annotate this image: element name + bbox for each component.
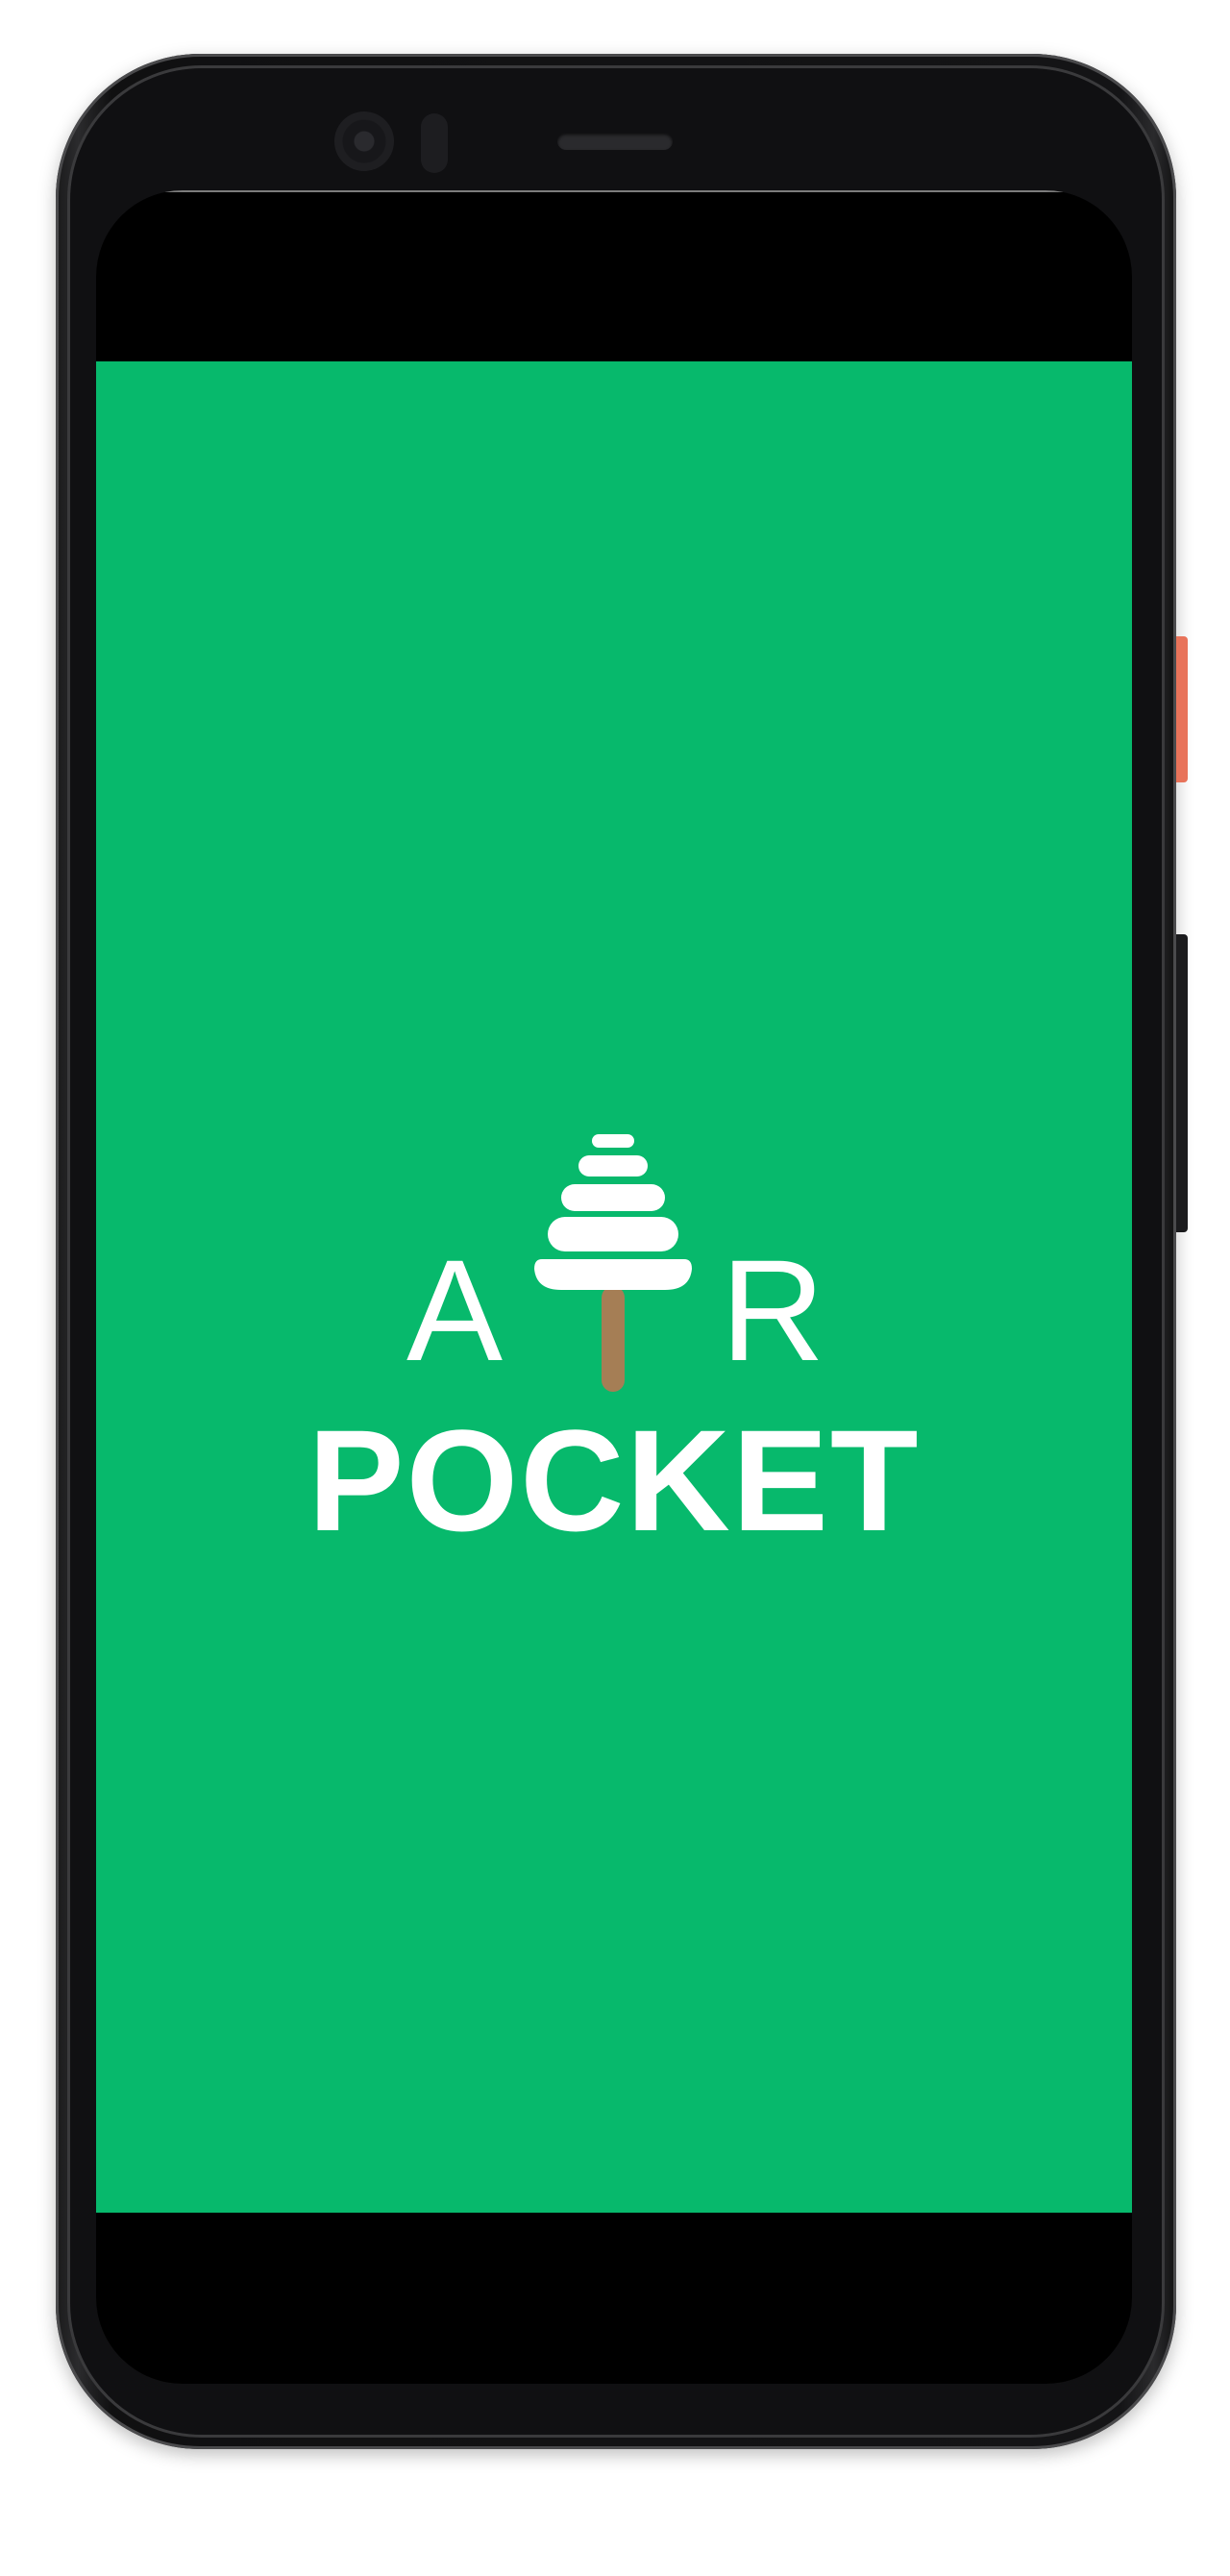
logo-letter-a: A	[406, 1229, 504, 1391]
logo-word-air: A R	[229, 1228, 824, 1392]
power-button[interactable]	[1176, 636, 1188, 782]
tree-tier-2	[578, 1155, 648, 1177]
screen-edge-highlight	[96, 190, 1132, 192]
tree-tier-1	[592, 1134, 634, 1148]
logo-letter-r: R	[721, 1229, 825, 1391]
front-camera-icon	[334, 111, 394, 171]
earpiece-speaker	[557, 133, 673, 150]
tree-tier-3	[561, 1184, 665, 1211]
logo-word-pocket: POCKET	[308, 1399, 921, 1561]
device-frame-stage: A R POCKET	[0, 0, 1230, 2576]
proximity-sensor	[421, 113, 448, 173]
volume-button[interactable]	[1176, 934, 1188, 1232]
